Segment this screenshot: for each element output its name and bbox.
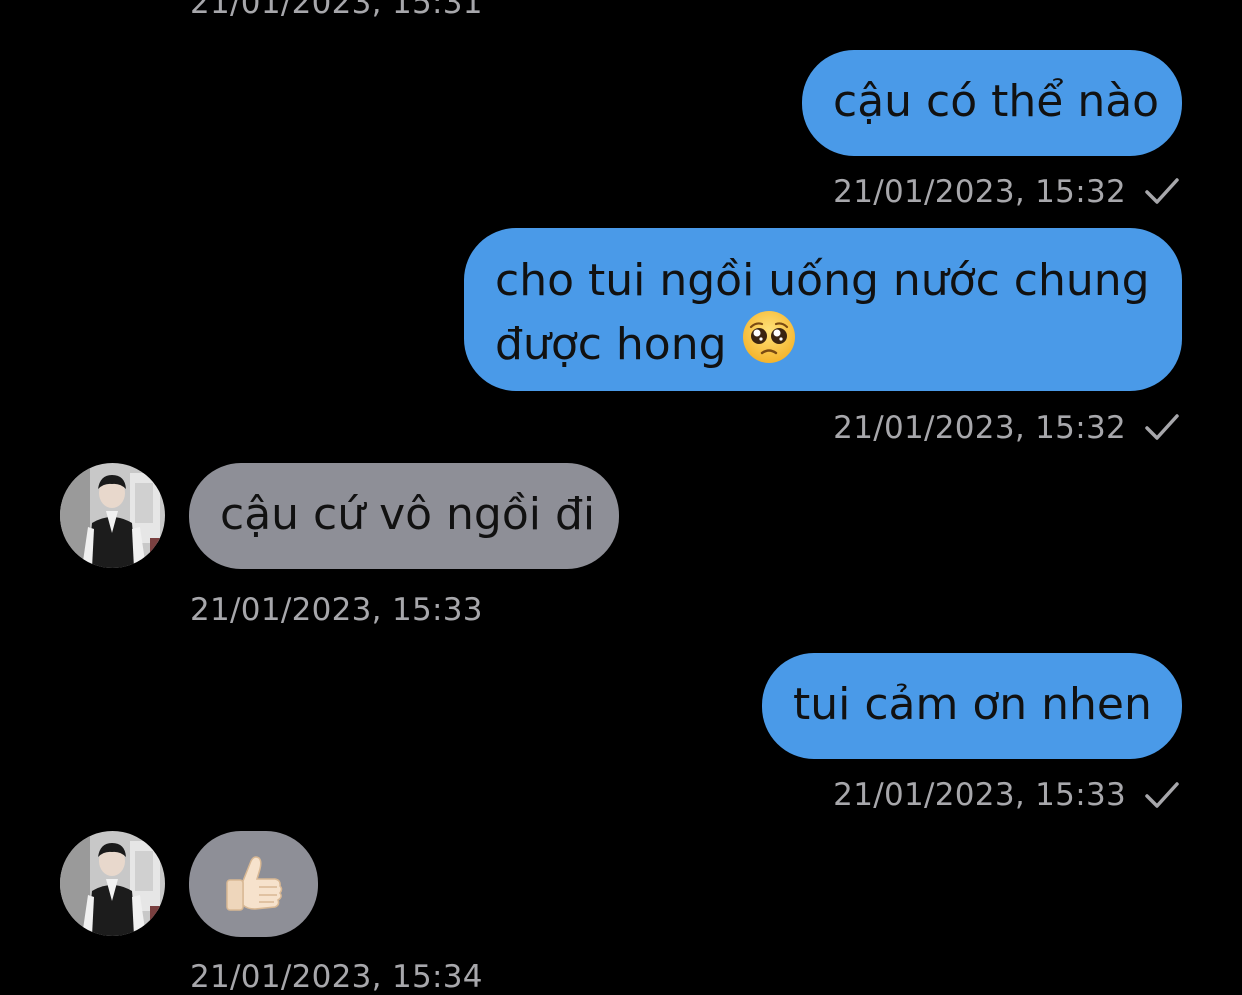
message-timestamp: 21/01/2023, 15:31 bbox=[190, 0, 483, 21]
message-text-line: được hong bbox=[495, 319, 727, 370]
message-timestamp: 21/01/2023, 15:33 bbox=[833, 777, 1126, 813]
contact-avatar[interactable] bbox=[60, 463, 165, 568]
checkmark-icon bbox=[1145, 178, 1179, 204]
message-text: tui cảm ơn nhen bbox=[793, 679, 1152, 730]
checkmark-icon bbox=[1145, 414, 1179, 440]
pleading-face-emoji bbox=[742, 311, 795, 363]
received-message-bubble[interactable] bbox=[189, 831, 318, 937]
message-timestamp: 21/01/2023, 15:33 bbox=[190, 592, 483, 628]
message-timestamp: 21/01/2023, 15:32 bbox=[833, 174, 1126, 210]
message-timestamp: 21/01/2023, 15:34 bbox=[190, 959, 483, 995]
avatar-image bbox=[60, 831, 165, 936]
message-text: cậu cứ vô ngồi đi bbox=[220, 489, 596, 540]
received-message-bubble[interactable]: cậu cứ vô ngồi đi bbox=[189, 463, 619, 569]
checkmark-icon bbox=[1145, 782, 1179, 808]
sent-message-bubble[interactable]: tui cảm ơn nhen bbox=[762, 653, 1182, 759]
message-text-line: cho tui ngồi uống nước chung bbox=[495, 255, 1150, 306]
sent-message-bubble[interactable]: cho tui ngồi uống nước chung được hong bbox=[464, 228, 1182, 391]
message-timestamp: 21/01/2023, 15:32 bbox=[833, 410, 1126, 446]
message-text: cậu có thể nào bbox=[833, 76, 1160, 127]
thumbs-up-emoji bbox=[226, 856, 283, 911]
avatar-image bbox=[60, 463, 165, 568]
sent-message-bubble[interactable]: cậu có thể nào bbox=[802, 50, 1182, 156]
contact-avatar[interactable] bbox=[60, 831, 165, 936]
